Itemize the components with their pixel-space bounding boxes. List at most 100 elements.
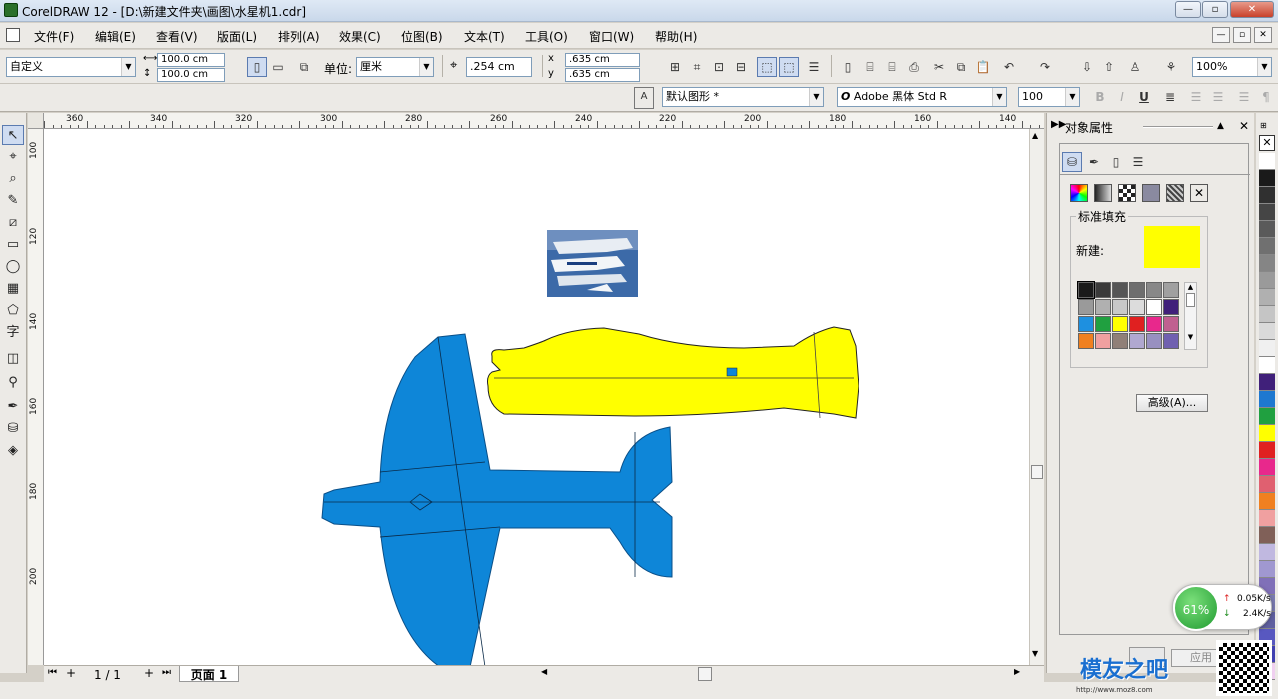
fill-tool-icon[interactable]: ⛁ (2, 419, 24, 439)
pattern-fill-icon[interactable] (1118, 184, 1136, 202)
advanced-button[interactable]: 高级(A)... (1136, 394, 1208, 412)
outline-tool-icon[interactable]: ✒ (2, 397, 24, 417)
palette-swatch[interactable] (1259, 544, 1275, 561)
color-grid-swatch[interactable] (1129, 282, 1145, 298)
menu-effects[interactable]: 效果(C) (339, 28, 381, 45)
vertical-scrollbar[interactable]: ▲ ▼ (1029, 129, 1044, 665)
landscape-button[interactable]: ▭ (268, 57, 288, 77)
palette-swatch[interactable] (1259, 238, 1275, 255)
basic-shapes-tool-icon[interactable]: ⬠ (2, 301, 24, 321)
page-tab[interactable]: 页面 1 (179, 666, 239, 682)
add-page-after-icon[interactable]: + (144, 666, 154, 680)
app-launcher-icon[interactable]: ♙ (1125, 57, 1145, 77)
scroll-left-icon[interactable]: ◀ (541, 667, 547, 676)
scroll-down-icon[interactable]: ▼ (1032, 649, 1038, 658)
close-button[interactable]: ✕ (1230, 1, 1274, 18)
drawing-canvas[interactable] (44, 129, 1029, 665)
ellipse-tool-icon[interactable]: ◯ (2, 257, 24, 277)
corel-online-icon[interactable]: ⚘ (1161, 57, 1181, 77)
palette-swatch[interactable] (1259, 187, 1275, 204)
menu-view[interactable]: 查看(V) (156, 28, 198, 45)
color-grid-swatch[interactable] (1163, 316, 1179, 332)
graph-paper-tool-icon[interactable]: ▦ (2, 279, 24, 299)
color-grid[interactable] (1077, 281, 1179, 349)
page-layout-icon[interactable]: ⧉ (294, 57, 314, 77)
network-speed-widget[interactable]: 61% ↑ 0.05K/s ↓ 2.4K/s (1172, 584, 1272, 631)
snap-objects-button[interactable]: ⊡ (709, 57, 729, 77)
bold-button[interactable]: B (1090, 87, 1110, 107)
palette-swatch[interactable] (1259, 255, 1275, 272)
postscript-fill-icon[interactable] (1166, 184, 1184, 202)
color-grid-swatch[interactable] (1129, 316, 1145, 332)
color-grid-swatch[interactable] (1146, 333, 1162, 349)
paragraph-icon[interactable]: ¶ (1256, 87, 1276, 107)
draw-options-button[interactable]: ⬚ (779, 57, 799, 77)
palette-swatch[interactable] (1259, 357, 1275, 374)
page-width-input[interactable]: 100.0 cm (157, 53, 225, 67)
color-grid-swatch[interactable] (1112, 299, 1128, 315)
menu-bitmaps[interactable]: 位图(B) (401, 28, 443, 45)
color-grid-swatch[interactable] (1095, 333, 1111, 349)
palette-swatch[interactable] (1259, 459, 1275, 476)
vertical-scroll-thumb[interactable] (1031, 465, 1043, 479)
color-grid-swatch[interactable] (1146, 282, 1162, 298)
color-grid-swatch[interactable] (1112, 333, 1128, 349)
interactive-blend-tool-icon[interactable]: ◫ (2, 349, 24, 369)
horizontal-ruler[interactable]: 360 340 320 300 280 260 240 220 200 180 … (44, 113, 1044, 129)
options-button[interactable]: ☰ (804, 57, 824, 77)
italic-button[interactable]: I (1112, 87, 1132, 107)
uniform-fill-icon[interactable] (1070, 184, 1088, 202)
vertical-ruler[interactable]: 100 120 140 160 180 200 (28, 129, 44, 665)
menu-layout[interactable]: 版面(L) (217, 28, 257, 45)
palette-swatch[interactable] (1259, 272, 1275, 289)
palette-swatch[interactable] (1259, 408, 1275, 425)
export-icon[interactable]: ⇧ (1099, 57, 1119, 77)
underline-button[interactable]: U (1134, 87, 1154, 107)
palette-swatch[interactable] (1259, 391, 1275, 408)
color-grid-swatch[interactable] (1163, 282, 1179, 298)
palette-swatch[interactable] (1259, 476, 1275, 493)
color-grid-swatch[interactable] (1095, 282, 1111, 298)
color-grid-swatch[interactable] (1129, 299, 1145, 315)
color-grid-swatch[interactable] (1078, 333, 1094, 349)
palette-swatch[interactable] (1259, 289, 1275, 306)
palette-swatch[interactable] (1259, 323, 1275, 340)
duplicate-x-input[interactable]: .635 cm (565, 53, 640, 67)
color-grid-swatch[interactable] (1078, 299, 1094, 315)
text-tool-icon[interactable]: 字 (2, 323, 24, 343)
indent-icon[interactable]: ☰ (1208, 87, 1228, 107)
paste-icon[interactable]: 📋 (973, 57, 993, 77)
treat-as-filled-button[interactable]: ⬚ (757, 57, 777, 77)
general-tab-icon[interactable]: ▯ (1106, 152, 1126, 172)
maximize-button[interactable]: ▫ (1202, 1, 1228, 18)
outline-tab-icon[interactable]: ✒ (1084, 152, 1104, 172)
add-page-before-icon[interactable]: + (66, 666, 76, 680)
zoom-select[interactable]: 100% ▼ (1192, 57, 1272, 77)
font-select[interactable]: O Adobe 黑体 Std R ▼ (837, 87, 1007, 107)
color-grid-swatch[interactable] (1112, 316, 1128, 332)
doc-minimize-button[interactable]: — (1212, 27, 1230, 43)
menu-text[interactable]: 文本(T) (464, 28, 505, 45)
palette-swatch[interactable] (1259, 340, 1275, 357)
palette-swatch[interactable] (1259, 153, 1275, 170)
palette-flyout-icon[interactable]: ⊞ (1260, 121, 1267, 130)
shape-tool-icon[interactable]: ⌖ (2, 147, 24, 167)
menu-window[interactable]: 窗口(W) (589, 28, 634, 45)
undo-icon[interactable]: ↶ (999, 57, 1019, 77)
fountain-fill-icon[interactable] (1094, 184, 1112, 202)
menu-arrange[interactable]: 排列(A) (278, 28, 320, 45)
paper-preset-select[interactable]: 自定义 ▼ (6, 57, 136, 77)
doc-restore-button[interactable]: ▫ (1233, 27, 1251, 43)
palette-swatch[interactable] (1259, 425, 1275, 442)
zoom-tool-icon[interactable]: ⌕ (2, 169, 24, 189)
first-page-icon[interactable]: ⏮ (48, 667, 57, 678)
palette-swatch[interactable] (1259, 510, 1275, 527)
new-button[interactable]: ▯ (838, 57, 858, 77)
texture-fill-icon[interactable] (1142, 184, 1160, 202)
menu-tools[interactable]: 工具(O) (525, 28, 568, 45)
rectangle-tool-icon[interactable]: ▭ (2, 235, 24, 255)
color-grid-swatch[interactable] (1095, 316, 1111, 332)
menu-help[interactable]: 帮助(H) (655, 28, 697, 45)
bullet-icon[interactable]: ☰ (1186, 87, 1206, 107)
reference-photo[interactable] (547, 230, 638, 297)
